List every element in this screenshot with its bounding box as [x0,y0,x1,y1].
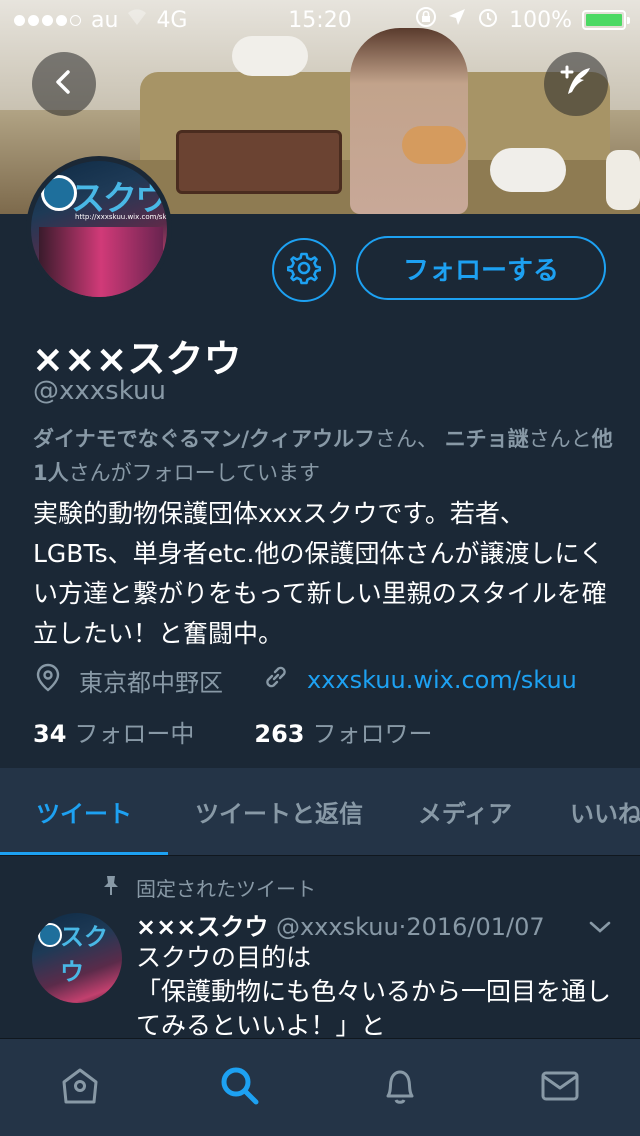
banner-vase [606,150,640,210]
followed-by-user[interactable]: ダイナモでなぐるマン/クィアウルフ [33,427,375,451]
alarm-icon [477,6,499,34]
tweet-date: 2016/01/07 [406,913,545,941]
follow-counts: 34 フォロー中 263 フォロワー [33,714,433,749]
status-bar: au 4G 15:20 100% [0,0,640,40]
nav-messages[interactable] [520,1048,600,1128]
banner-person [350,28,468,214]
avatar-url-text: http://xxxskuu.wix.com/skuu [75,213,172,221]
status-right: 100% [415,6,630,34]
followed-by-suffix: さんがフォローしています [68,461,320,485]
profile-avatar[interactable]: スクウ http://xxxskuu.wix.com/skuu [26,156,172,302]
carrier-label: au [91,7,119,33]
bottom-nav [0,1038,640,1136]
link-icon [261,662,291,698]
banner-cat [490,148,566,192]
nav-search[interactable] [200,1048,280,1128]
tab-media[interactable]: メディア [390,768,540,855]
pinned-label-row: 固定されたツイート [102,873,316,902]
banner-suitcase [176,130,342,194]
tweet-text: スクウの目的は 「保護動物にも色々いるから一回目を通してみるといいよ！」と [136,941,616,1043]
pinned-tweet[interactable]: 固定されたツイート スクウ ×××スクウ @xxxskuu·2016/01/07… [0,857,640,1040]
location-text: 東京都中野区 [79,668,223,697]
back-button[interactable] [32,52,96,116]
tab-likes[interactable]: いいね [540,768,640,855]
mail-icon [538,1064,582,1112]
location-item: 東京都中野区 [33,662,223,698]
profile-bio: 実験的動物保護団体xxxスクウです。若者、LGBTs、単身者etc.他の保護団体… [33,499,607,648]
profile-tabs: ツイート ツイートと返信 メディア いいね [0,768,640,856]
wifi-icon [128,7,147,33]
fish-logo-icon [38,923,62,947]
follow-button[interactable]: フォローする [356,236,606,300]
followed-by-connector: さんと [528,427,592,451]
home-icon [58,1064,102,1112]
tweet-author-name[interactable]: ×××スクウ [136,913,268,941]
followed-by-connector: さん、 [375,427,438,451]
banner-cat [402,126,466,164]
tweet-text-line: スクウの目的は [136,943,312,972]
tab-tweets-and-replies[interactable]: ツイートと返信 [168,768,390,855]
following-label: フォロー中 [74,720,195,748]
tweet-header: ×××スクウ @xxxskuu·2016/01/07 [136,907,545,942]
followed-by-user[interactable]: ニチョ謎 [445,427,529,451]
followers-label: フォロワー [312,720,433,748]
battery-percent: 100% [509,7,572,33]
profile-settings-button[interactable] [272,238,336,302]
compose-tweet-icon [556,62,596,106]
followed-by-text[interactable]: ダイナモでなぐるマン/クィアウルフさん、 ニチョ謎さんと他1人さんがフォローして… [33,422,613,490]
tweet-text-line: 「保護動物にも色々いるから一回目を通してみるといいよ！」と [136,977,612,1040]
profile-name: ×××スクウ [32,337,242,381]
network-label: 4G [156,7,188,33]
chevron-down-icon [588,920,612,939]
location-arrow-icon [447,7,467,33]
nav-home[interactable] [40,1048,120,1128]
tweet-author-handle: @xxxskuu [275,913,399,941]
battery-icon [582,10,630,30]
tweet-menu-button[interactable] [588,919,612,939]
tweet-avatar[interactable]: スクウ [32,913,122,1003]
location-pin-icon [33,662,63,698]
signal-strength-icon [14,14,81,26]
bell-icon [378,1064,422,1112]
search-icon [218,1064,262,1112]
nav-notifications[interactable] [360,1048,440,1128]
avatar-photo [39,227,163,297]
pinned-label: 固定されたツイート [136,877,316,901]
profile-handle: @xxxskuu [33,376,166,406]
tweet-avatar-logo: スクウ [60,923,108,986]
link-item[interactable]: xxxskuu.wix.com/skuu [261,662,577,698]
banner-cat [232,36,308,76]
tab-tweets[interactable]: ツイート [0,768,168,855]
following-number: 34 [33,720,67,748]
profile-meta: 東京都中野区 xxxskuu.wix.com/skuu [33,660,615,700]
followers-count[interactable]: 263 フォロワー [254,714,432,749]
rotation-lock-icon [415,6,437,34]
gear-icon [286,251,322,289]
following-count[interactable]: 34 フォロー中 [33,714,194,749]
chevron-left-icon [50,68,78,100]
status-left: au 4G [14,7,187,33]
followers-number: 263 [254,720,305,748]
pin-icon [102,874,120,901]
compose-tweet-button[interactable] [544,52,608,116]
profile-link[interactable]: xxxskuu.wix.com/skuu [307,666,577,694]
